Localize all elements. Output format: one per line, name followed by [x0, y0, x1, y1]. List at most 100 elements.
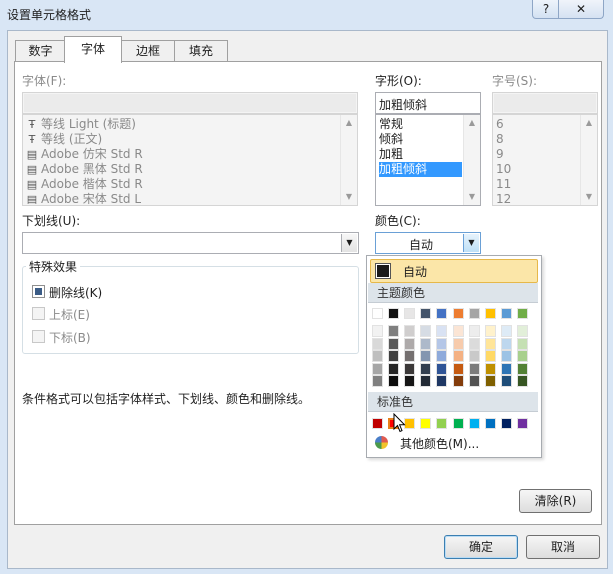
theme-shade-swatch[interactable] [468, 337, 480, 350]
tab-font[interactable]: 字体 [64, 36, 122, 63]
theme-shade-swatch[interactable] [436, 337, 448, 350]
theme-color-swatch[interactable] [388, 308, 400, 319]
theme-shade-swatch[interactable] [484, 362, 496, 375]
scroll-up-icon[interactable]: ▲ [464, 115, 480, 131]
theme-shade-swatch[interactable] [516, 337, 528, 350]
theme-shade-swatch[interactable] [404, 362, 416, 375]
theme-shade-swatch[interactable] [484, 350, 496, 362]
close-button[interactable]: ✕ [558, 0, 604, 19]
theme-shade-swatch[interactable] [372, 325, 383, 337]
standard-color-swatch[interactable] [372, 418, 383, 429]
size-list-item[interactable]: 8 [496, 132, 504, 147]
theme-shade-swatch[interactable] [500, 325, 512, 337]
theme-shade-swatch[interactable] [372, 337, 383, 350]
ok-button[interactable]: 确定 [444, 535, 518, 559]
theme-shade-swatch[interactable] [420, 325, 432, 337]
size-list-scrollbar[interactable]: ▲ ▼ [580, 115, 597, 205]
font-list-item[interactable]: ▤ Adobe 仿宋 Std R [26, 147, 143, 162]
size-list[interactable]: 6 8 9 10 11 12 ▲ ▼ [492, 114, 598, 206]
theme-color-swatch[interactable] [436, 308, 448, 319]
clear-button[interactable]: 清除(R) [519, 489, 592, 513]
theme-color-swatch[interactable] [372, 308, 383, 319]
theme-shade-swatch[interactable] [372, 350, 383, 362]
standard-color-swatch[interactable] [484, 418, 496, 429]
underline-combo[interactable]: ▼ [22, 232, 359, 254]
theme-shade-swatch[interactable] [468, 350, 480, 362]
theme-shade-swatch[interactable] [436, 350, 448, 362]
size-list-item[interactable]: 10 [496, 162, 511, 177]
chevron-down-icon[interactable]: ▼ [463, 234, 479, 252]
theme-shade-swatch[interactable] [452, 325, 464, 337]
tab-number[interactable]: 数字 [15, 40, 66, 62]
tab-fill[interactable]: 填充 [174, 40, 228, 62]
scroll-down-icon[interactable]: ▼ [464, 189, 480, 205]
font-list-item[interactable]: Ŧ 等线 Light (标题) [26, 117, 136, 132]
theme-shade-swatch[interactable] [452, 375, 464, 387]
theme-shade-swatch[interactable] [420, 350, 432, 362]
standard-color-swatch[interactable] [500, 418, 512, 429]
style-list[interactable]: 常规 倾斜 加粗 加粗倾斜 ▲ ▼ [375, 114, 481, 206]
standard-color-swatch[interactable] [436, 418, 448, 429]
font-list-item[interactable]: ▤ Adobe 宋体 Std L [26, 192, 141, 204]
theme-shade-swatch[interactable] [452, 362, 464, 375]
scroll-up-icon[interactable]: ▲ [581, 115, 597, 131]
theme-shade-swatch[interactable] [388, 325, 400, 337]
style-list-item[interactable]: 常规 [379, 117, 403, 132]
theme-shade-swatch[interactable] [388, 375, 400, 387]
theme-shade-swatch[interactable] [420, 337, 432, 350]
theme-shade-swatch[interactable] [436, 325, 448, 337]
style-input[interactable]: 加粗倾斜 [375, 92, 481, 114]
theme-shade-swatch[interactable] [500, 350, 512, 362]
theme-shade-swatch[interactable] [516, 325, 528, 337]
theme-shade-swatch[interactable] [372, 362, 383, 375]
more-colors-option[interactable]: 其他颜色(M)... [400, 435, 479, 452]
auto-color-option[interactable]: 自动 [370, 259, 538, 283]
theme-color-swatch[interactable] [500, 308, 512, 319]
help-button[interactable]: ? [532, 0, 560, 19]
style-list-scrollbar[interactable]: ▲ ▼ [463, 115, 480, 205]
theme-shade-swatch[interactable] [500, 375, 512, 387]
strikethrough-checkbox[interactable] [32, 285, 45, 298]
size-list-item[interactable]: 11 [496, 177, 511, 192]
theme-shade-swatch[interactable] [436, 362, 448, 375]
theme-shade-swatch[interactable] [388, 362, 400, 375]
scroll-up-icon[interactable]: ▲ [341, 115, 357, 131]
theme-shade-swatch[interactable] [420, 362, 432, 375]
theme-shade-swatch[interactable] [516, 375, 528, 387]
theme-color-swatch[interactable] [404, 308, 416, 319]
font-list-item[interactable]: ▤ Adobe 黑体 Std R [26, 162, 143, 177]
size-input[interactable] [492, 92, 598, 114]
size-list-item[interactable]: 9 [496, 147, 504, 162]
theme-shade-swatch[interactable] [372, 375, 383, 387]
theme-shade-swatch[interactable] [500, 362, 512, 375]
theme-shade-swatch[interactable] [388, 337, 400, 350]
theme-shade-swatch[interactable] [500, 337, 512, 350]
theme-shade-swatch[interactable] [484, 337, 496, 350]
theme-shade-swatch[interactable] [420, 375, 432, 387]
scroll-down-icon[interactable]: ▼ [581, 189, 597, 205]
subscript-label[interactable]: 下标(B) [49, 329, 91, 346]
theme-shade-swatch[interactable] [468, 375, 480, 387]
tab-border[interactable]: 边框 [120, 40, 176, 62]
chevron-down-icon[interactable]: ▼ [341, 234, 357, 252]
subscript-checkbox[interactable] [32, 330, 45, 343]
theme-color-swatch[interactable] [468, 308, 480, 319]
theme-shade-swatch[interactable] [404, 350, 416, 362]
cancel-button[interactable]: 取消 [526, 535, 600, 559]
theme-shade-swatch[interactable] [484, 375, 496, 387]
standard-color-swatch[interactable] [516, 418, 528, 429]
theme-shade-swatch[interactable] [452, 337, 464, 350]
color-combo[interactable]: 自动 ▼ [375, 232, 481, 254]
standard-color-swatch[interactable] [452, 418, 464, 429]
style-list-item-selected[interactable]: 加粗倾斜 [379, 162, 462, 177]
font-list[interactable]: Ŧ 等线 Light (标题) Ŧ 等线 (正文) ▤ Adobe 仿宋 Std R … [22, 114, 358, 206]
theme-color-swatch[interactable] [516, 308, 528, 319]
strikethrough-label[interactable]: 删除线(K) [49, 284, 102, 301]
theme-color-swatch[interactable] [452, 308, 464, 319]
size-list-item[interactable]: 12 [496, 192, 511, 207]
theme-shade-swatch[interactable] [516, 362, 528, 375]
font-list-item[interactable]: ▤ Adobe 楷体 Std R [26, 177, 143, 192]
superscript-checkbox[interactable] [32, 307, 45, 320]
theme-shade-swatch[interactable] [516, 350, 528, 362]
font-input[interactable] [22, 92, 358, 114]
